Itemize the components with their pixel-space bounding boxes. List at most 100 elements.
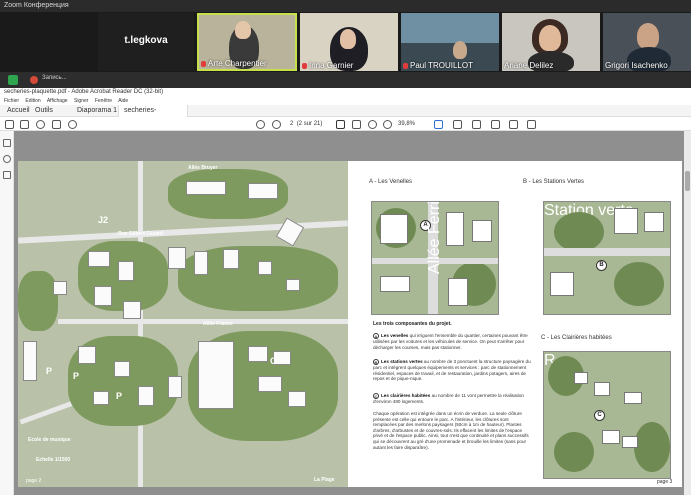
plan-school-label: Ecole de musique (28, 437, 71, 443)
layers-icon[interactable] (3, 171, 11, 179)
section-c-heading: C - Les Clairières habitées (541, 335, 612, 341)
right-page: A - Les Venelles B - Les Stations Vertes… (363, 161, 682, 487)
tab-bar: Accueil Outils Diaporama 1 secheries-pla… (0, 105, 691, 126)
recording-label: Запись... (42, 75, 67, 81)
component-c-text: C Les clairières habitées au nombre de 11… (373, 393, 533, 405)
building (23, 341, 37, 381)
clairieres-image: C R (543, 351, 671, 479)
highlight-icon[interactable] (509, 120, 518, 129)
self-name: t.legkova (124, 35, 168, 46)
acrobat-window-title: secheries-plaquette.pdf - Adobe Acrobat … (0, 88, 691, 97)
star-icon[interactable] (20, 120, 29, 129)
share-bar: Запись... (0, 72, 691, 88)
plan-street-label: Rue Gilbert Cézard (118, 231, 164, 237)
tab-document[interactable]: secheries-plaquette... (118, 105, 188, 126)
building (94, 286, 112, 306)
stamp-icon[interactable] (527, 120, 536, 129)
description-paragraph: Chaque opération est intégrée dans un éc… (373, 411, 529, 450)
attachment-icon[interactable] (3, 155, 11, 163)
building (194, 251, 208, 275)
street (138, 161, 143, 487)
tab-outils[interactable]: Outils (30, 105, 58, 117)
pen-icon[interactable] (491, 120, 500, 129)
tab-diaporama[interactable]: Diaporama 1 (72, 105, 122, 117)
search-icon[interactable] (68, 120, 77, 129)
pdf-page[interactable]: J2 P P P O Allée Bruyer Rue Gilbert Céza… (18, 161, 682, 487)
building (138, 386, 154, 406)
component-a-text: A Les venelles qui irriguent l'ensemble d… (373, 333, 533, 350)
participant-name: Arte Charpentier (208, 59, 267, 68)
building (78, 346, 96, 364)
record-icon[interactable] (30, 76, 38, 84)
building (258, 376, 282, 392)
zoom-in-icon[interactable] (383, 120, 392, 129)
mic-muted-icon (201, 61, 206, 67)
building (258, 261, 272, 275)
building (223, 249, 239, 269)
scrollbar-thumb[interactable] (685, 171, 690, 191)
menu-signer[interactable]: Signer (74, 98, 88, 104)
participant-tile[interactable]: Irina Garnier (300, 13, 398, 71)
participant-face (453, 41, 467, 59)
menu-edition[interactable]: Edition (25, 98, 40, 104)
self-video-tile[interactable]: t.legkova (98, 13, 194, 71)
menu-affichage[interactable]: Affichage (47, 98, 68, 104)
menu-fichier[interactable]: Fichier (4, 98, 19, 104)
zoom-out-icon[interactable] (368, 120, 377, 129)
thumb-street-label: Allée Ferrie (426, 201, 443, 274)
building (168, 376, 182, 398)
zoom-level[interactable]: 39,8% (398, 119, 415, 129)
plan-plage-label: La Plage (314, 477, 335, 483)
scrollbar[interactable] (684, 131, 691, 495)
participant-name: Grigori Isachenko (605, 61, 668, 70)
participant-tile[interactable]: Arte Charpentier (197, 13, 297, 71)
building (123, 301, 141, 319)
plan-label-p: P (73, 371, 80, 381)
pages-icon[interactable] (3, 139, 11, 147)
participant-tile[interactable]: Grigori Isachenko (603, 13, 691, 71)
plan-label-j2: J2 (98, 215, 109, 225)
stations-vertes-image: B Station verte (543, 201, 671, 315)
shield-icon[interactable] (8, 75, 18, 85)
building (118, 261, 134, 281)
scroll-mode-icon[interactable] (453, 120, 462, 129)
hand-icon[interactable] (352, 120, 361, 129)
building (248, 183, 278, 199)
building (88, 251, 110, 267)
building (286, 279, 300, 291)
menu-fenetre[interactable]: Fenêtre (95, 98, 112, 104)
building (168, 247, 186, 269)
venelles-image: A Allée Ferrie (371, 201, 499, 315)
building (53, 281, 67, 295)
plan-street-label: Allée France (203, 321, 233, 327)
components-heading: Les trois composantes du projet. (373, 321, 452, 327)
participant-tile[interactable]: Paul TROUILLOT (401, 13, 499, 71)
mic-muted-icon (403, 63, 408, 69)
page-indicator[interactable]: 2 (2 sur 21) (290, 119, 322, 129)
building (114, 361, 130, 377)
page-current[interactable]: 2 (290, 121, 293, 127)
participant-tile[interactable]: Ariane Delilez (502, 13, 600, 71)
page-down-icon[interactable] (272, 120, 281, 129)
cursor-icon[interactable] (336, 120, 345, 129)
plan-scale-label: Echelle 1/1500 (36, 457, 71, 463)
participant-face (539, 25, 561, 51)
fit-page-icon[interactable] (434, 120, 443, 129)
page-up-icon[interactable] (256, 120, 265, 129)
participant-name: Paul TROUILLOT (410, 61, 473, 70)
print-icon[interactable] (52, 120, 61, 129)
participant-face (340, 29, 356, 49)
menu-aide[interactable]: Aide (118, 98, 128, 104)
comment-icon[interactable] (472, 120, 481, 129)
component-a-title: Les venelles (381, 333, 409, 338)
upload-icon[interactable] (36, 120, 45, 129)
participant-face (637, 23, 659, 49)
zoom-title-bar: Zoom Конференция (0, 0, 691, 12)
save-icon[interactable] (5, 120, 14, 129)
plan-label-p: P (46, 366, 53, 376)
plan-label-o: O (270, 356, 278, 366)
master-plan-image: J2 P P P O Allée Bruyer Rue Gilbert Céza… (18, 161, 348, 487)
zoom-title: Zoom Конференция (4, 2, 69, 9)
participant-face (235, 21, 251, 39)
building (93, 391, 109, 405)
